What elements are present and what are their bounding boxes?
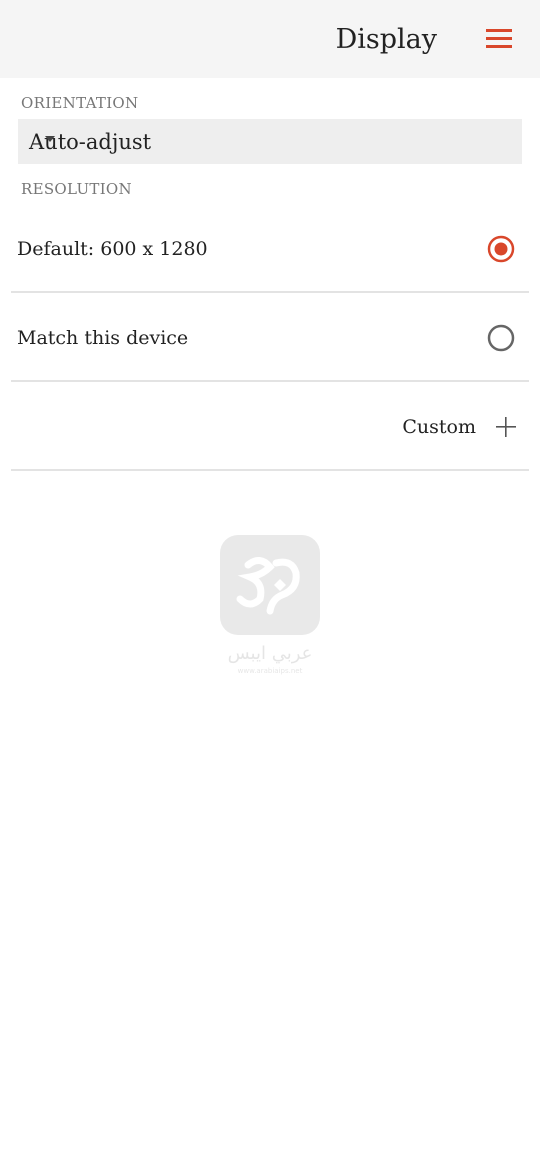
radio-unselected-icon[interactable] <box>487 324 515 352</box>
orientation-select[interactable]: Auto-adjust <box>18 119 522 164</box>
app-header: Display <box>0 0 540 78</box>
hamburger-menu-icon[interactable] <box>484 24 514 54</box>
watermark-logo: عربي ايبس www.arabiaips.net <box>220 535 320 680</box>
orientation-section-label: ORIENTATION <box>21 94 139 112</box>
resolution-option-label: Match this device <box>17 327 189 349</box>
watermark-text: عربي ايبس <box>227 643 313 664</box>
resolution-option-label: Default: 600 x 1280 <box>17 238 208 260</box>
resolution-option-match-device[interactable]: Match this device <box>11 294 529 382</box>
custom-resolution-label: Custom <box>402 416 476 438</box>
page-title: Display <box>335 24 437 55</box>
plus-icon[interactable] <box>495 416 517 438</box>
dropdown-caret-icon <box>45 136 55 142</box>
resolution-custom-row[interactable]: Custom <box>11 383 529 471</box>
watermark-glyph-icon <box>236 557 300 615</box>
resolution-option-default[interactable]: Default: 600 x 1280 <box>11 205 529 293</box>
watermark-url: www.arabiaips.net <box>237 667 303 675</box>
orientation-selected-value: Auto-adjust <box>29 130 152 154</box>
resolution-section-label: RESOLUTION <box>21 180 132 198</box>
radio-selected-icon[interactable] <box>487 235 515 263</box>
